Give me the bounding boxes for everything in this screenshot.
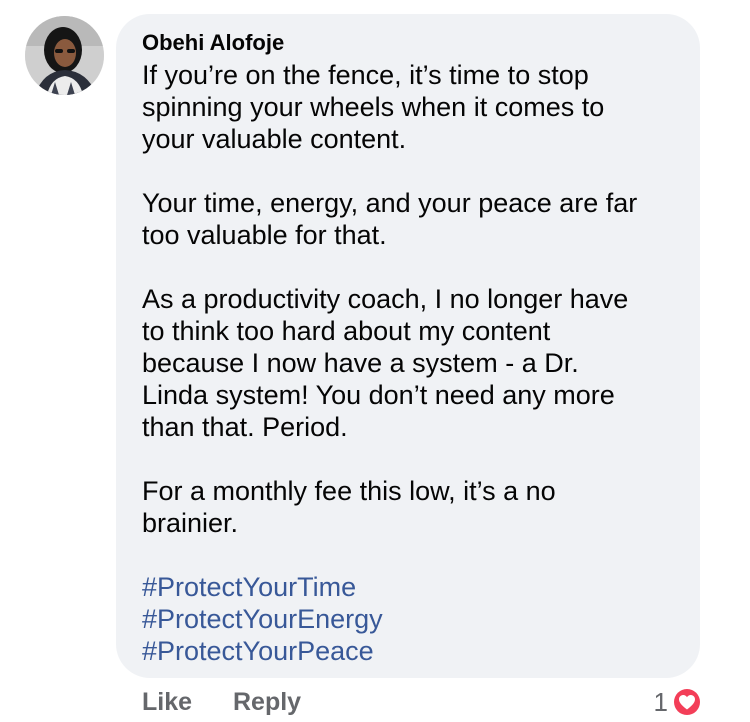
hashtag-list: #ProtectYourTime #ProtectYourEnergy #Pro… [142, 571, 690, 667]
comment-paragraph: As a productivity coach, I no longer hav… [142, 284, 629, 442]
avatar[interactable] [25, 16, 104, 95]
reply-button[interactable]: Reply [233, 687, 301, 717]
reaction-summary[interactable]: 1 [654, 686, 703, 718]
like-button[interactable]: Like [142, 687, 192, 717]
hashtag-link-protect-your-energy[interactable]: #ProtectYourEnergy [142, 603, 690, 635]
heart-icon [672, 687, 702, 717]
reaction-count: 1 [653, 686, 668, 717]
comment-author[interactable]: Obehi Alofoje [142, 29, 284, 57]
hashtag-link-protect-your-time[interactable]: #ProtectYourTime [142, 571, 690, 603]
comment-body: If you’re on the fence, it’s time to sto… [142, 59, 690, 667]
hashtag-link-protect-your-peace[interactable]: #ProtectYourPeace [142, 635, 690, 667]
profile-photo [25, 16, 104, 95]
comment-actions: Like Reply [142, 687, 301, 717]
comment-paragraph: For a monthly fee this low, it’s a no br… [142, 476, 556, 538]
comment-paragraph: If you’re on the fence, it’s time to sto… [142, 60, 605, 154]
comment-paragraph: Your time, energy, and your peace are fa… [142, 188, 638, 250]
